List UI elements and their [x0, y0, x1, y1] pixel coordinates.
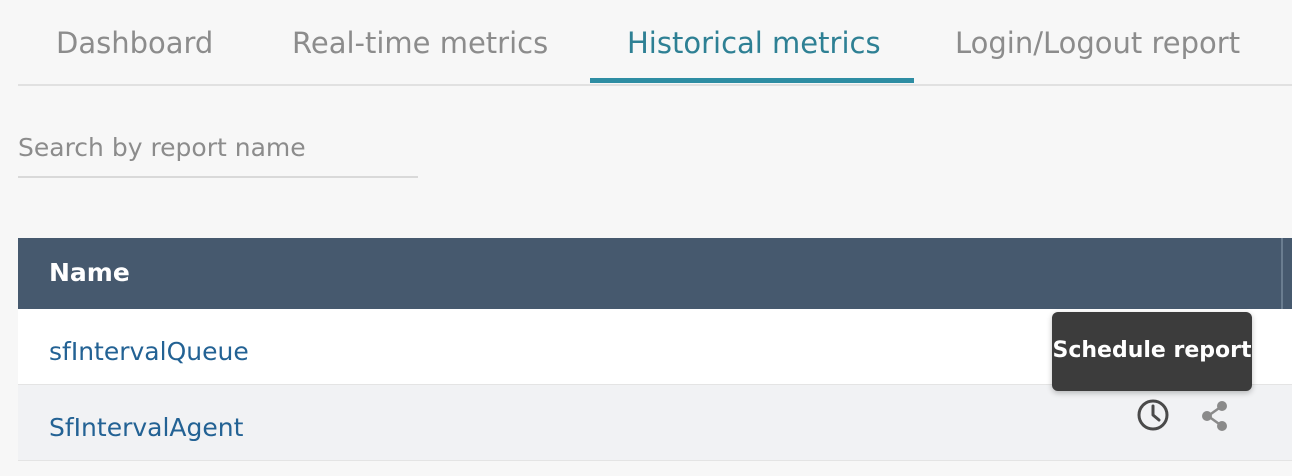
share-icon[interactable]: [1195, 395, 1235, 435]
report-link[interactable]: SfIntervalAgent: [49, 413, 243, 442]
tab-historical-metrics[interactable]: Historical metrics: [627, 26, 881, 60]
tab-dashboard[interactable]: Dashboard: [56, 26, 213, 60]
search-input[interactable]: [18, 118, 418, 178]
clock-icon[interactable]: [1133, 395, 1173, 435]
column-header-name[interactable]: Name: [49, 258, 130, 287]
table-header: Name: [18, 238, 1292, 309]
column-divider[interactable]: [1281, 238, 1283, 309]
tab-login-logout-report[interactable]: Login/Logout report: [955, 26, 1240, 60]
report-link[interactable]: sfIntervalQueue: [49, 337, 249, 366]
tab-bar: Dashboard Real-time metrics Historical m…: [18, 0, 1292, 86]
schedule-report-tooltip: Schedule report: [1052, 312, 1252, 391]
tab-real-time-metrics[interactable]: Real-time metrics: [292, 26, 548, 60]
table-row: SfIntervalAgent: [18, 385, 1292, 461]
active-tab-indicator: [590, 78, 914, 83]
